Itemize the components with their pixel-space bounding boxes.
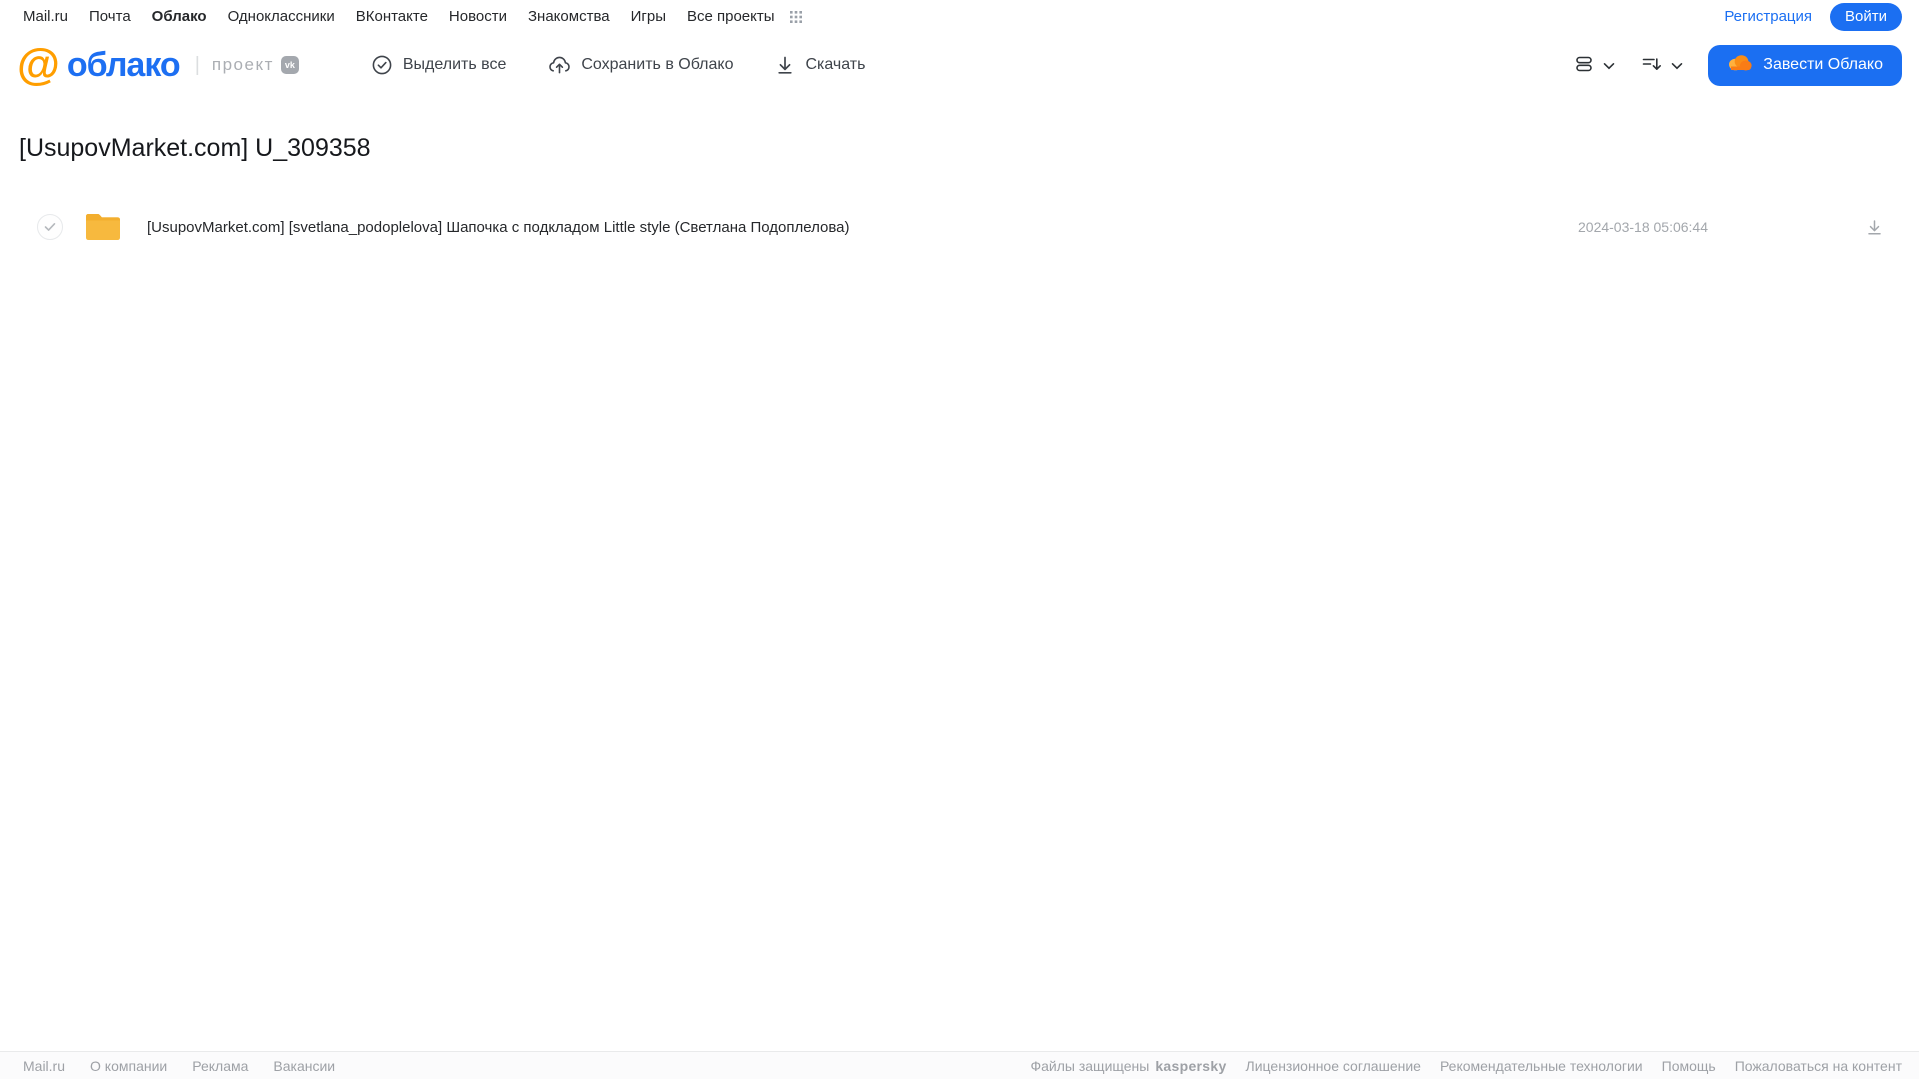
select-all-label: Выделить все <box>402 56 507 73</box>
file-name-link[interactable]: [UsupovMarket.com] [svetlana_podoplelova… <box>147 219 850 236</box>
folder-icon <box>83 211 123 243</box>
cloud-logo[interactable]: @ облако | проект vk <box>17 40 299 89</box>
row-download-button[interactable] <box>1865 218 1884 237</box>
sort-icon <box>1641 54 1662 77</box>
select-all-button[interactable]: Выделить все <box>371 54 506 76</box>
footer-link-jobs[interactable]: Вакансии <box>273 1058 335 1074</box>
kaspersky-logo[interactable]: kaspersky <box>1155 1058 1226 1074</box>
page-footer: Mail.ru О компании Реклама Вакансии Файл… <box>0 1051 1919 1079</box>
save-to-cloud-button[interactable]: Сохранить в Облако <box>548 54 733 76</box>
portal-link-games[interactable]: Игры <box>631 8 666 25</box>
app-header: @ облако | проект vk Выделить все Сохран… <box>0 33 1919 97</box>
portal-link-all-projects[interactable]: Все проекты <box>687 8 775 25</box>
header-right-controls: Завести Облако <box>1574 44 1902 86</box>
create-cloud-button[interactable]: Завести Облако <box>1708 44 1902 86</box>
portal-link-vkontakte[interactable]: ВКонтакте <box>356 8 428 25</box>
logo-wordmark: облако <box>66 45 181 84</box>
portal-auth: Регистрация Войти <box>1724 2 1902 31</box>
main-content: [UsupovMarket.com] U_309358 [UsupovMarke… <box>0 134 1919 251</box>
footer-link-mailru[interactable]: Mail.ru <box>23 1058 65 1074</box>
registration-link[interactable]: Регистрация <box>1724 8 1812 25</box>
row-checkbox[interactable] <box>37 214 63 240</box>
portal-link-odnoklassniki[interactable]: Одноклассники <box>228 8 335 25</box>
portal-link-dating[interactable]: Знакомства <box>528 8 610 25</box>
download-arrow-icon <box>775 54 795 76</box>
footer-link-license[interactable]: Лицензионное соглашение <box>1246 1058 1421 1074</box>
footer-right-links: Файлы защищены kaspersky Лицензионное сог… <box>1030 1058 1902 1074</box>
portal-link-cloud[interactable]: Облако <box>152 8 207 25</box>
mailru-at-icon: @ <box>17 40 60 89</box>
checkmark-icon <box>44 223 56 231</box>
logo-divider: | <box>194 53 200 76</box>
file-date: 2024-03-18 05:06:44 <box>1578 219 1708 235</box>
file-toolbar: Выделить все Сохранить в Облако Скачать <box>371 54 865 76</box>
portal-link-mailru[interactable]: Mail.ru <box>23 8 68 25</box>
chevron-down-icon <box>1603 58 1615 73</box>
footer-link-about[interactable]: О компании <box>90 1058 167 1074</box>
file-list-row[interactable]: [UsupovMarket.com] [svetlana_podoplelova… <box>19 203 1900 251</box>
footer-left-links: Mail.ru О компании Реклама Вакансии <box>23 1058 335 1074</box>
login-button[interactable]: Войти <box>1830 2 1902 31</box>
download-arrow-icon <box>1868 219 1881 235</box>
download-button[interactable]: Скачать <box>775 54 865 76</box>
portal-link-news[interactable]: Новости <box>449 8 507 25</box>
portal-link-mail[interactable]: Почта <box>89 8 131 25</box>
footer-link-report[interactable]: Пожаловаться на контент <box>1735 1058 1902 1074</box>
chevron-down-icon <box>1671 58 1683 73</box>
project-label: проект <box>211 55 274 74</box>
vk-badge-icon: vk <box>280 56 299 74</box>
view-mode-button[interactable] <box>1574 54 1615 77</box>
portal-links: Mail.ru Почта Облако Одноклассники ВКонт… <box>23 8 803 25</box>
save-to-cloud-icon <box>548 54 571 76</box>
footer-link-recommendations[interactable]: Рекомендательные технологии <box>1440 1058 1643 1074</box>
save-to-cloud-label: Сохранить в Облако <box>581 56 734 73</box>
select-all-check-circle-icon <box>371 54 393 76</box>
all-projects-grid-icon[interactable] <box>789 10 803 24</box>
portal-navbar: Mail.ru Почта Облако Одноклассники ВКонт… <box>0 0 1919 33</box>
files-protected-note: Файлы защищены kaspersky <box>1030 1058 1226 1074</box>
sort-button[interactable] <box>1641 54 1683 77</box>
create-cloud-label: Завести Облако <box>1763 56 1883 73</box>
footer-link-help[interactable]: Помощь <box>1662 1058 1716 1074</box>
files-protected-label: Файлы защищены <box>1030 1057 1150 1074</box>
cloud-icon <box>1727 53 1753 77</box>
page-title: [UsupovMarket.com] U_309358 <box>19 134 371 162</box>
view-mode-icon <box>1574 54 1594 77</box>
download-label: Скачать <box>805 56 866 73</box>
footer-link-ads[interactable]: Реклама <box>192 1058 248 1074</box>
